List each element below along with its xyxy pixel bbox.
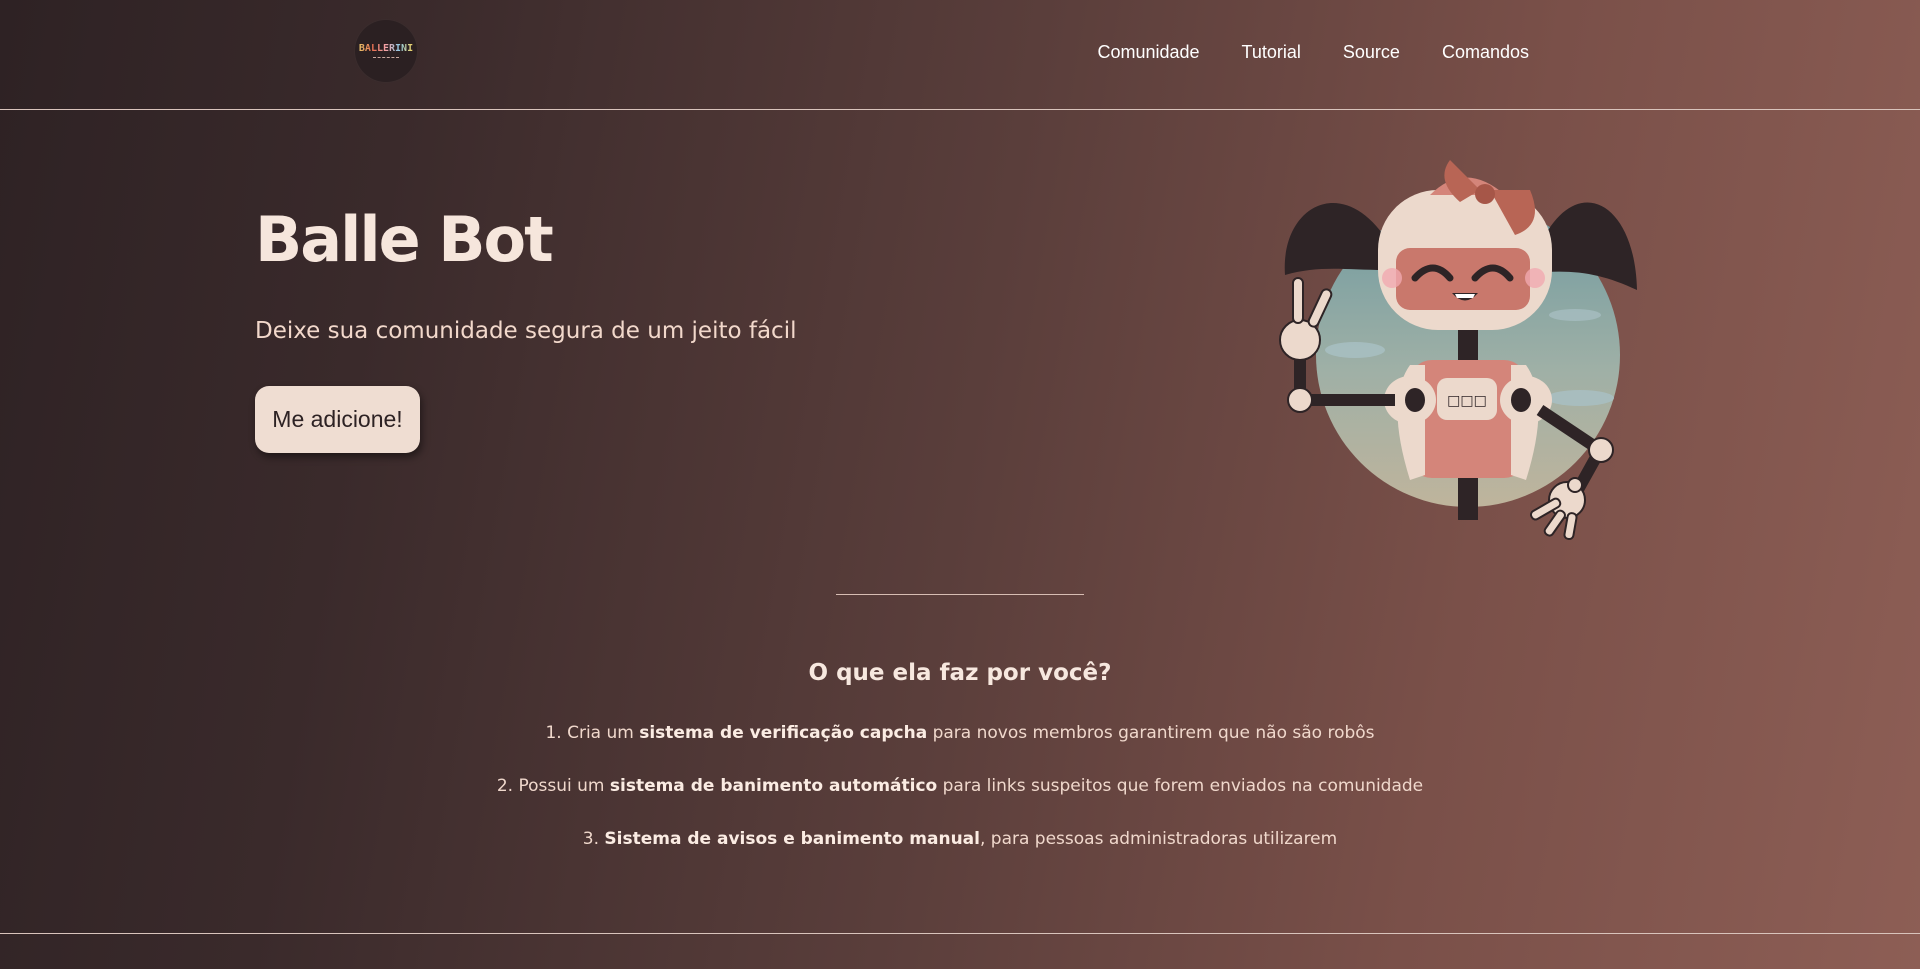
robot-blush-right bbox=[1525, 268, 1545, 288]
robot-blush-left bbox=[1382, 268, 1402, 288]
features-list: 1. Cria um sistema de verificação capcha… bbox=[0, 721, 1920, 880]
robot-finger-right bbox=[1567, 477, 1583, 493]
feature-item: 2. Possui um sistema de banimento automá… bbox=[0, 774, 1920, 827]
cloud bbox=[1549, 309, 1601, 321]
cloud bbox=[1546, 390, 1614, 406]
robot-elbow-left bbox=[1287, 387, 1313, 413]
nav-link-tutorial[interactable]: Tutorial bbox=[1242, 42, 1301, 63]
robot-bow-knot bbox=[1475, 184, 1495, 204]
robot-finger-left bbox=[1292, 277, 1304, 324]
robot-shoulder-left-inner bbox=[1405, 388, 1425, 412]
hero-title: Balle Bot bbox=[255, 203, 554, 276]
robot-illustration: □□□ bbox=[1279, 160, 1637, 541]
logo-text: BALLERINI bbox=[358, 42, 414, 54]
feature-highlight: Sistema de avisos e banimento manual bbox=[604, 829, 980, 849]
nav-link-comunidade[interactable]: Comunidade bbox=[1097, 42, 1199, 63]
features-title: O que ela faz por você? bbox=[808, 660, 1112, 686]
feature-item: 1. Cria um sistema de verificação capcha… bbox=[0, 721, 1920, 774]
main-nav: Comunidade Tutorial Source Comandos bbox=[1097, 42, 1529, 63]
robot-chest-buttons: □□□ bbox=[1447, 393, 1487, 409]
robot-teeth bbox=[1455, 294, 1475, 298]
footer-divider bbox=[0, 933, 1920, 934]
section-divider bbox=[836, 594, 1084, 595]
feature-prefix: 2. Possui um bbox=[496, 776, 610, 796]
feature-prefix: 3. bbox=[582, 829, 605, 849]
cloud bbox=[1325, 342, 1385, 358]
logo-underline bbox=[373, 56, 399, 60]
robot-elbow-right bbox=[1588, 437, 1614, 463]
feature-suffix: para novos membros garantirem que não sã… bbox=[927, 723, 1375, 743]
feature-item: 3. Sistema de avisos e banimento manual,… bbox=[0, 827, 1920, 880]
nav-link-source[interactable]: Source bbox=[1343, 42, 1400, 63]
robot-hair-left bbox=[1284, 202, 1390, 275]
nav-link-comandos[interactable]: Comandos bbox=[1442, 42, 1529, 63]
hero-subtitle: Deixe sua comunidade segura de um jeito … bbox=[255, 318, 797, 344]
ballerini-logo[interactable]: BALLERINI bbox=[355, 20, 417, 82]
robot-shoulder-right-inner bbox=[1511, 388, 1531, 412]
add-bot-button[interactable]: Me adicione! bbox=[255, 386, 420, 453]
feature-highlight: sistema de verificação capcha bbox=[639, 723, 928, 743]
feature-prefix: 1. Cria um bbox=[545, 723, 640, 743]
feature-suffix: para links suspeitos que forem enviados … bbox=[937, 776, 1424, 796]
feature-highlight: sistema de banimento automático bbox=[609, 776, 938, 796]
site-header: BALLERINI Comunidade Tutorial Source Com… bbox=[0, 0, 1920, 110]
feature-suffix: , para pessoas administradoras utilizare… bbox=[979, 829, 1338, 849]
